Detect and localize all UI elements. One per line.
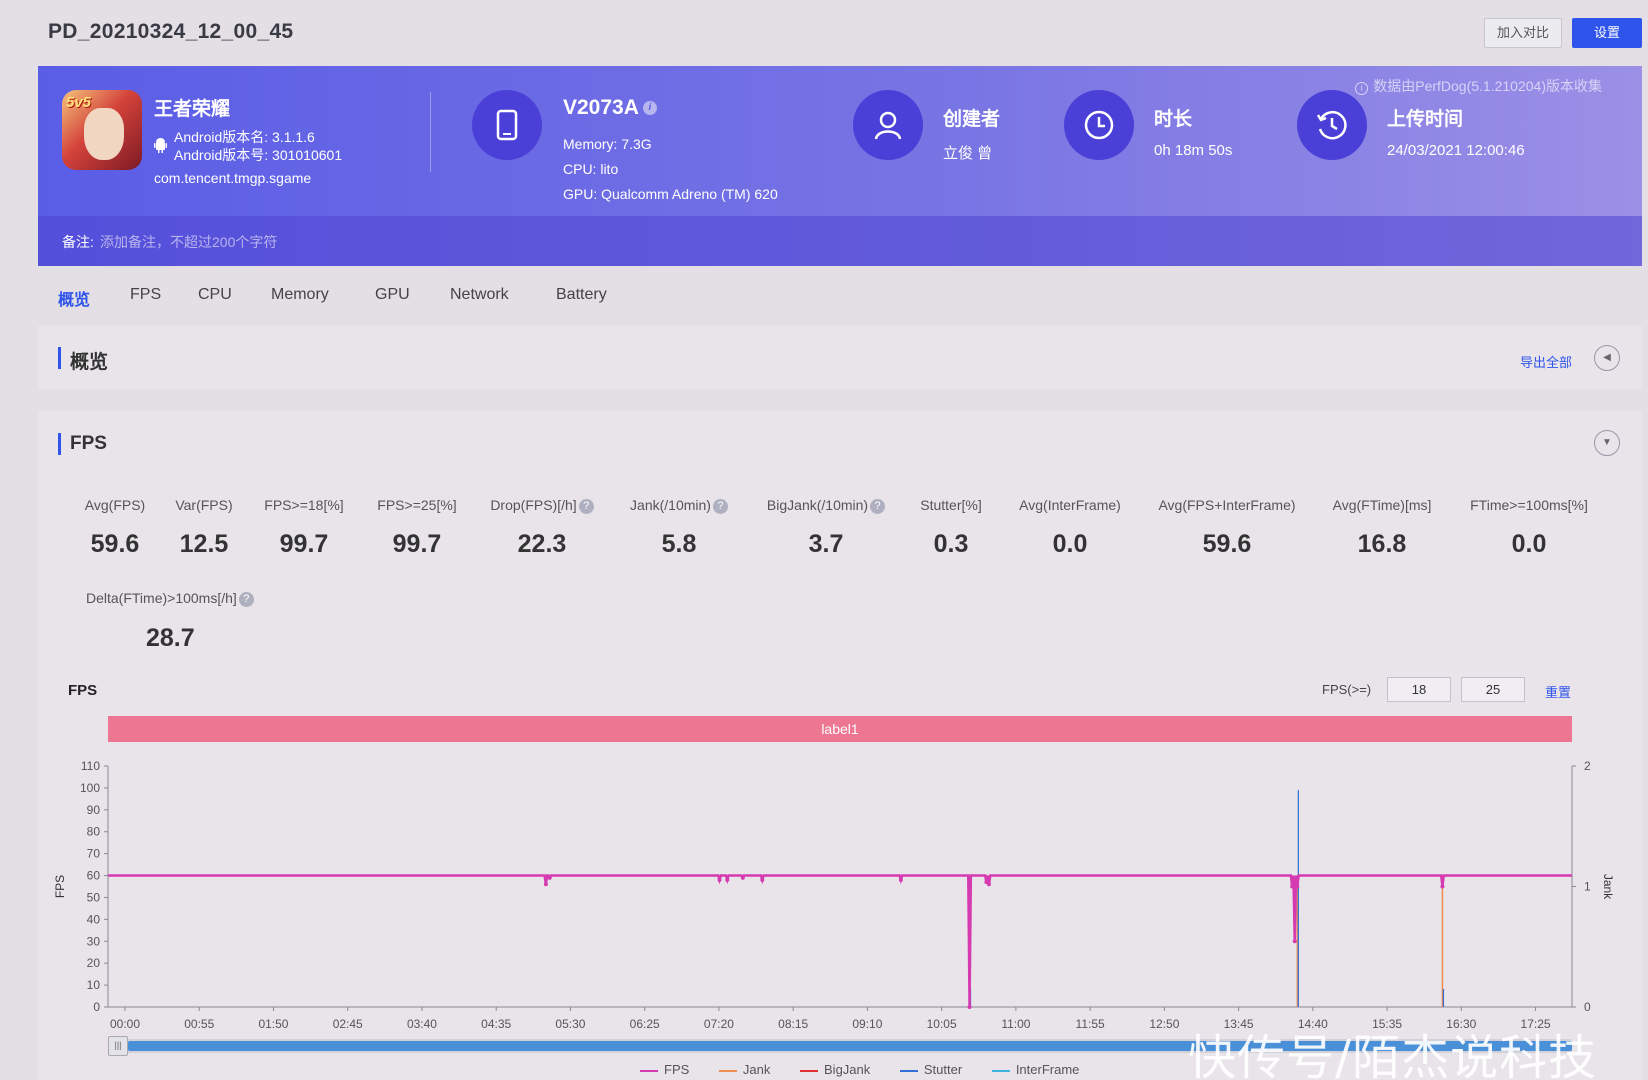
note-input[interactable]: 添加备注，不超过200个字符 bbox=[100, 232, 277, 252]
banner-divider bbox=[430, 92, 431, 172]
tab-battery[interactable]: Battery bbox=[556, 286, 607, 304]
metric-value-9: 59.6 bbox=[1202, 530, 1252, 558]
upload-time-value: 24/03/2021 12:00:46 bbox=[1387, 142, 1525, 159]
legend-bigjank[interactable]: BigJank bbox=[800, 1062, 870, 1077]
app-version-name: Android版本名: 3.1.1.6 bbox=[174, 129, 315, 145]
metric-label-delta: Delta(FTime)>100ms[/h]? bbox=[86, 590, 254, 607]
clock-icon bbox=[1064, 90, 1134, 160]
tab-network[interactable]: Network bbox=[450, 286, 509, 304]
metric-label-11: FTime>=100ms[%] bbox=[1470, 497, 1588, 513]
app-package: com.tencent.tmgp.sgame bbox=[154, 170, 312, 186]
metric-value-7: 0.3 bbox=[933, 530, 969, 558]
collapse-down-icon[interactable]: ▼ bbox=[1594, 430, 1620, 456]
export-all-link[interactable]: 导出全部 bbox=[1520, 352, 1572, 371]
creator-value: 立俊 曾 bbox=[943, 145, 993, 162]
duration-title: 时长 bbox=[1154, 109, 1193, 130]
help-icon[interactable]: ? bbox=[238, 591, 254, 607]
app-icon-character bbox=[84, 108, 124, 160]
app-name: 王者荣耀 bbox=[154, 99, 231, 120]
fps-accent-bar bbox=[58, 433, 61, 455]
note-label: 备注: bbox=[62, 234, 94, 250]
reset-link[interactable]: 重置 bbox=[1545, 682, 1571, 701]
tab-memory[interactable]: Memory bbox=[271, 286, 329, 304]
legend-jank[interactable]: Jank bbox=[718, 1062, 770, 1077]
note-bar: 备注: 添加备注，不超过200个字符 bbox=[38, 216, 1642, 266]
device-memory: Memory: 7.3G bbox=[563, 136, 652, 152]
overview-panel: 概览 导出全部 ◀ bbox=[38, 326, 1642, 390]
device-gpu: GPU: Qualcomm Adreno (TM) 620 bbox=[563, 186, 778, 202]
chart-title: FPS bbox=[68, 682, 98, 699]
data-source-info: i 数据由PerfDog(5.1.210204)版本收集 bbox=[1355, 76, 1602, 96]
legend-interframe[interactable]: InterFrame bbox=[991, 1062, 1079, 1077]
tab-gpu[interactable]: GPU bbox=[375, 286, 410, 304]
time-range-handle[interactable]: ||| bbox=[108, 1036, 128, 1056]
fps-threshold-label: FPS(>=) bbox=[1322, 682, 1372, 697]
metric-value-delta: 28.7 bbox=[146, 624, 195, 652]
legend-stutter[interactable]: Stutter bbox=[899, 1062, 962, 1077]
help-icon[interactable]: ? bbox=[712, 498, 728, 514]
watermark: 快传号/陌杰说科技 bbox=[1188, 1030, 1598, 1080]
device-cpu: CPU: lito bbox=[563, 161, 619, 177]
app-icon: 5v5 bbox=[62, 90, 142, 170]
chart-legend: FPS Jank BigJank Stutter InterFrame bbox=[640, 1062, 1105, 1077]
collapse-left-icon[interactable]: ◀ bbox=[1594, 345, 1620, 371]
creator-title: 创建者 bbox=[943, 109, 1001, 130]
fps-section-title: FPS bbox=[70, 433, 107, 454]
metric-value-4: 22.3 bbox=[517, 530, 567, 558]
legend-fps[interactable]: FPS bbox=[640, 1062, 689, 1077]
duration-value: 0h 18m 50s bbox=[1154, 142, 1233, 159]
metric-value-2: 99.7 bbox=[279, 530, 329, 558]
fps-threshold-input-2[interactable]: 25 bbox=[1461, 677, 1525, 702]
app-version-info: Android版本名: 3.1.1.6 Android版本号: 30101060… bbox=[174, 128, 342, 164]
label-band[interactable]: label1 bbox=[108, 716, 1572, 742]
page-title: PD_20210324_12_00_45 bbox=[48, 20, 294, 43]
tab-fps[interactable]: FPS bbox=[130, 286, 161, 304]
info-icon: i bbox=[1355, 82, 1369, 95]
fps-threshold-input-1[interactable]: 18 bbox=[1387, 677, 1451, 702]
upload-time-title: 上传时间 bbox=[1387, 109, 1464, 130]
tab-overview[interactable]: 概览 bbox=[58, 286, 90, 310]
device-model: V2073A i bbox=[563, 96, 657, 120]
metric-value-3: 99.7 bbox=[392, 530, 442, 558]
user-icon bbox=[853, 90, 923, 160]
settings-button[interactable]: 设置 bbox=[1572, 18, 1642, 48]
metric-value-6: 3.7 bbox=[808, 530, 844, 558]
app-icon-badge: 5v5 bbox=[66, 94, 92, 111]
session-info-banner: i 数据由PerfDog(5.1.210204)版本收集 5v5 王者荣耀 And… bbox=[38, 66, 1642, 266]
overview-title: 概览 bbox=[70, 352, 109, 373]
add-to-compare-button[interactable]: 加入对比 bbox=[1484, 18, 1562, 48]
metric-label-8: Avg(InterFrame) bbox=[1019, 497, 1121, 513]
metric-label-9: Avg(FPS+InterFrame) bbox=[1158, 497, 1296, 513]
android-icon bbox=[154, 138, 167, 153]
app-version-code: Android版本号: 301010601 bbox=[174, 147, 343, 163]
device-info-icon[interactable]: i bbox=[642, 101, 657, 116]
metric-value-8: 0.0 bbox=[1052, 530, 1088, 558]
history-icon bbox=[1297, 90, 1367, 160]
tab-cpu[interactable]: CPU bbox=[198, 286, 232, 304]
metric-value-10: 16.8 bbox=[1357, 530, 1407, 558]
metric-value-11: 0.0 bbox=[1511, 530, 1547, 558]
device-icon bbox=[472, 90, 542, 160]
metric-value-5: 5.8 bbox=[661, 530, 697, 558]
overview-accent-bar bbox=[58, 347, 61, 369]
